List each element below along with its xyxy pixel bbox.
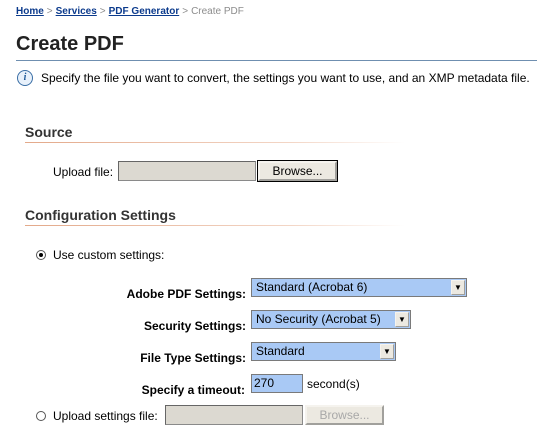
browse-settings-button[interactable]: Browse... bbox=[305, 405, 384, 425]
upload-file-input[interactable] bbox=[118, 161, 256, 181]
security-settings-value: No Security (Acrobat 5) bbox=[256, 312, 381, 326]
upload-settings-label: Upload settings file: bbox=[53, 409, 158, 423]
chevron-down-icon: ▼ bbox=[451, 280, 465, 295]
adobe-pdf-settings-value: Standard (Acrobat 6) bbox=[256, 280, 368, 294]
info-icon: i bbox=[17, 70, 33, 86]
custom-settings-label: Use custom settings: bbox=[53, 248, 165, 262]
info-text: Specify the file you want to convert, th… bbox=[41, 71, 530, 85]
breadcrumb-link-pdf-generator[interactable]: PDF Generator bbox=[109, 6, 180, 17]
upload-settings-input[interactable] bbox=[165, 405, 303, 425]
custom-settings-radio[interactable] bbox=[36, 250, 46, 260]
security-settings-select[interactable]: No Security (Acrobat 5) ▼ bbox=[251, 310, 411, 329]
config-section-title: Configuration Settings bbox=[25, 207, 176, 223]
config-section-divider bbox=[25, 225, 405, 226]
adobe-pdf-settings-select[interactable]: Standard (Acrobat 6) ▼ bbox=[251, 278, 467, 297]
chevron-down-icon: ▼ bbox=[395, 312, 409, 327]
breadcrumb-separator: > bbox=[46, 6, 53, 17]
breadcrumb-current: Create PDF bbox=[191, 6, 244, 17]
adobe-pdf-settings-label: Adobe PDF Settings: bbox=[126, 287, 246, 301]
breadcrumb-separator: > bbox=[182, 6, 189, 17]
breadcrumb-link-home[interactable]: Home bbox=[16, 6, 44, 17]
timeout-input[interactable]: 270 bbox=[251, 374, 303, 393]
source-section-divider bbox=[25, 142, 405, 143]
breadcrumb: Home > Services > PDF Generator > Create PDF bbox=[16, 6, 244, 17]
breadcrumb-link-services[interactable]: Services bbox=[56, 6, 97, 17]
source-section-title: Source bbox=[25, 124, 73, 140]
file-type-settings-label: File Type Settings: bbox=[140, 351, 246, 365]
security-settings-label: Security Settings: bbox=[143, 319, 246, 333]
timeout-label: Specify a timeout: bbox=[141, 383, 245, 397]
chevron-down-icon: ▼ bbox=[380, 344, 394, 359]
upload-settings-radio[interactable] bbox=[36, 411, 46, 421]
timeout-unit: second(s) bbox=[307, 377, 360, 391]
breadcrumb-separator: > bbox=[99, 6, 106, 17]
page-title: Create PDF bbox=[16, 33, 124, 55]
file-type-settings-value: Standard bbox=[256, 344, 305, 358]
browse-button[interactable]: Browse... bbox=[257, 160, 338, 182]
file-type-settings-select[interactable]: Standard ▼ bbox=[251, 342, 396, 361]
title-divider bbox=[16, 60, 537, 61]
upload-file-label: Upload file: bbox=[53, 165, 114, 179]
